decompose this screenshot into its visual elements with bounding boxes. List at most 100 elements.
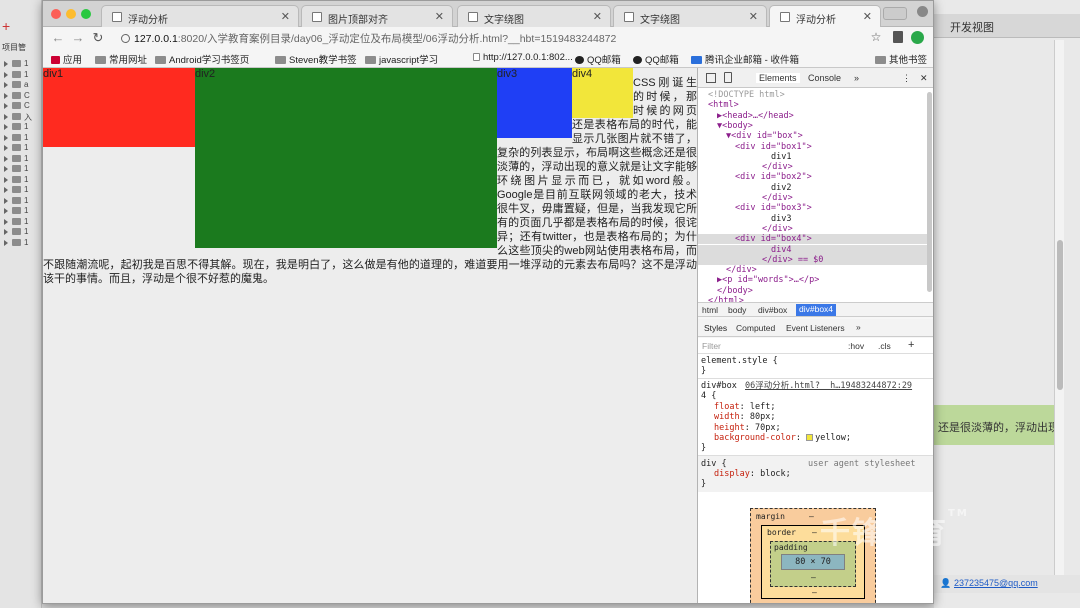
dom-scroll-thumb[interactable]: [927, 92, 932, 292]
dom-node[interactable]: ▼<body>: [717, 121, 753, 131]
close-tab-icon[interactable]: ✕: [593, 10, 602, 23]
dom-node[interactable]: </div> == $0: [762, 255, 823, 265]
dom-node[interactable]: div4: [771, 245, 791, 255]
dom-node[interactable]: ▶<p id="words">…</p>: [717, 275, 819, 285]
tab-elements[interactable]: Elements: [756, 73, 800, 83]
extension-green-icon[interactable]: [911, 31, 924, 44]
tree-toggle-icon[interactable]: [4, 208, 8, 214]
tab-event-listeners[interactable]: Event Listeners: [786, 323, 845, 333]
dom-node[interactable]: ▶<head>…</head>: [717, 111, 794, 121]
filter-input[interactable]: Filter: [702, 341, 721, 351]
browser-tab[interactable]: 浮动分析 ✕: [769, 5, 881, 27]
css-property[interactable]: background-color: yellow;: [714, 433, 851, 443]
extension-icon[interactable]: [893, 31, 903, 43]
tree-toggle-icon[interactable]: [4, 92, 8, 99]
tree-toggle-icon[interactable]: [4, 166, 8, 172]
browser-tab[interactable]: 图片顶部对齐 ✕: [301, 5, 453, 27]
dom-node[interactable]: div3: [771, 214, 791, 224]
device-icon[interactable]: [724, 72, 732, 83]
box-rule-source[interactable]: 06浮动分析.html?__h…19483244872:29: [745, 381, 912, 391]
tree-toggle-icon[interactable]: [4, 82, 8, 88]
css-property[interactable]: width: 80px;: [714, 412, 775, 422]
close-devtools-icon[interactable]: ✕: [920, 73, 928, 84]
css-property[interactable]: float: left;: [714, 402, 775, 412]
ide-scroll-thumb[interactable]: [1057, 240, 1063, 390]
maximize-window-button[interactable]: [81, 9, 91, 19]
back-icon[interactable]: ←: [51, 30, 65, 45]
dom-node[interactable]: </div>: [726, 265, 757, 275]
dom-scrollbar[interactable]: [927, 90, 933, 300]
tree-toggle-icon[interactable]: [4, 145, 8, 151]
dom-node[interactable]: </div>: [762, 193, 793, 203]
new-tab-button[interactable]: [883, 7, 907, 20]
devview-label[interactable]: 开发视图: [950, 19, 994, 35]
bookmark-star-icon[interactable]: ☆: [869, 30, 883, 44]
dom-node[interactable]: </body>: [717, 286, 753, 296]
tree-toggle-icon[interactable]: [4, 113, 8, 120]
dom-node[interactable]: <html>: [708, 100, 739, 110]
tab-computed[interactable]: Computed: [736, 323, 775, 333]
add-rule-icon[interactable]: +: [908, 339, 914, 351]
dom-node[interactable]: <div id="box3">: [735, 203, 812, 213]
dom-node[interactable]: <div id="box4">: [735, 234, 812, 244]
bookmark-item[interactable]: 应用: [51, 52, 82, 66]
tree-toggle-icon[interactable]: [4, 155, 8, 162]
forward-icon[interactable]: →: [71, 30, 85, 45]
breadcrumb-item[interactable]: div#box: [758, 305, 787, 315]
tree-toggle-icon[interactable]: [4, 239, 8, 246]
bookmark-item[interactable]: 腾讯企业邮箱 - 收件箱: [691, 52, 799, 66]
bookmark-item[interactable]: Steven教学书签: [275, 52, 357, 66]
tree-toggle-icon[interactable]: [4, 176, 8, 183]
dom-node[interactable]: <div id="box1">: [735, 142, 812, 152]
breadcrumb-item[interactable]: body: [728, 305, 746, 315]
bookmark-item[interactable]: QQ邮箱: [575, 52, 621, 66]
tree-toggle-icon[interactable]: [4, 229, 8, 235]
minimize-window-button[interactable]: [66, 9, 76, 19]
more-tabs-icon[interactable]: »: [854, 73, 859, 83]
hov-toggle[interactable]: :hov: [848, 341, 864, 351]
add-icon[interactable]: +: [2, 18, 10, 34]
tree-toggle-icon[interactable]: [4, 218, 8, 225]
tree-toggle-icon[interactable]: [4, 124, 8, 130]
info-icon[interactable]: [121, 34, 130, 43]
tab-styles[interactable]: Styles: [704, 323, 727, 333]
bookmark-item[interactable]: http://127.0.0.1:802...: [473, 52, 573, 63]
bookmark-item[interactable]: QQ邮箱: [633, 52, 679, 66]
browser-tab[interactable]: 文字绕图 ✕: [457, 5, 611, 27]
close-tab-icon[interactable]: ✕: [435, 10, 444, 23]
reload-icon[interactable]: ↻: [91, 30, 105, 46]
bookmark-item[interactable]: Android学习书签页: [155, 52, 249, 66]
address-bar[interactable]: 127.0.0.1:8020/入学教育案例目录/day06_浮动定位及布局模型/…: [111, 29, 891, 47]
tree-toggle-icon[interactable]: [4, 103, 8, 109]
breadcrumb-item[interactable]: html: [702, 305, 718, 315]
browser-tab[interactable]: 文字绕图 ✕: [613, 5, 767, 27]
tree-toggle-icon[interactable]: [4, 71, 8, 78]
close-tab-icon[interactable]: ✕: [863, 10, 872, 23]
profile-icon[interactable]: [917, 6, 928, 17]
tree-toggle-icon[interactable]: [4, 61, 8, 67]
dom-node[interactable]: </div>: [762, 224, 793, 234]
dom-node[interactable]: <!DOCTYPE html>: [708, 90, 785, 100]
ide-scrollbar[interactable]: [1054, 40, 1064, 580]
close-tab-icon[interactable]: ✕: [749, 10, 758, 23]
user-email-link[interactable]: 237235475@qq.com: [954, 578, 1038, 588]
breadcrumb-item[interactable]: div#box4: [796, 304, 837, 316]
cls-toggle[interactable]: .cls: [878, 341, 891, 351]
dom-node[interactable]: </div>: [762, 162, 793, 172]
close-window-button[interactable]: [51, 9, 61, 19]
tab-console[interactable]: Console: [808, 73, 841, 83]
more-style-tabs-icon[interactable]: »: [856, 322, 861, 332]
css-property[interactable]: height: 70px;: [714, 423, 781, 433]
tree-toggle-icon[interactable]: [4, 197, 8, 204]
dom-node[interactable]: div1: [771, 152, 791, 162]
tree-toggle-icon[interactable]: [4, 187, 8, 193]
color-swatch-icon[interactable]: [806, 433, 814, 441]
browser-tab[interactable]: 浮动分析 ✕: [101, 5, 299, 27]
bookmark-item[interactable]: javascript学习: [365, 52, 438, 66]
inspect-icon[interactable]: [706, 73, 716, 83]
tree-toggle-icon[interactable]: [4, 134, 8, 141]
bookmark-item[interactable]: 常用网址: [95, 52, 147, 66]
close-tab-icon[interactable]: ✕: [281, 10, 290, 23]
dom-node[interactable]: ▼<div id="box">: [726, 131, 803, 141]
dom-node[interactable]: <div id="box2">: [735, 172, 812, 182]
